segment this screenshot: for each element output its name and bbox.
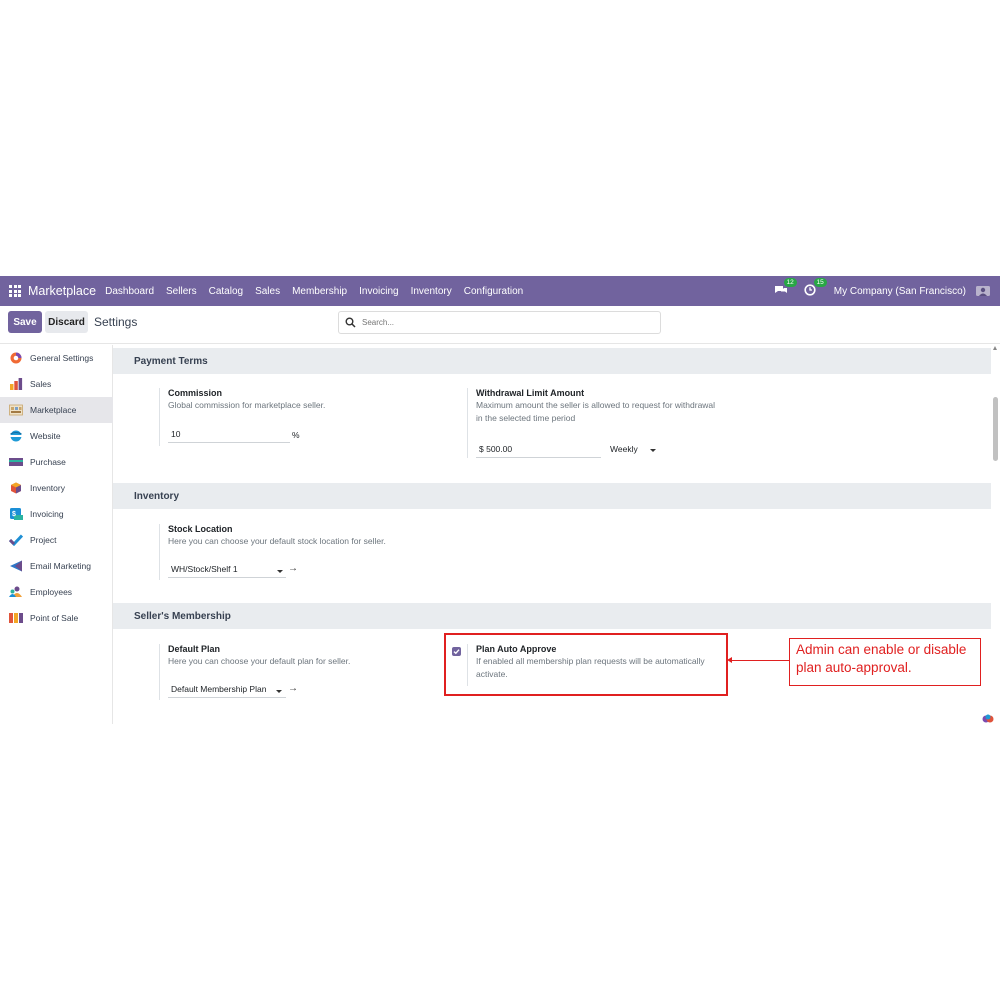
chevron-down-icon	[650, 449, 656, 452]
app-name[interactable]: Marketplace	[28, 284, 96, 298]
sidebar-item-project[interactable]: Project	[0, 527, 113, 553]
commission-label: Commission	[168, 388, 223, 398]
user-avatar-icon[interactable]	[976, 285, 990, 297]
section-payment-terms: Payment Terms	[113, 348, 991, 374]
top-navbar: Marketplace Dashboard Sellers Catalog Sa…	[0, 276, 1000, 306]
section-inventory: Inventory	[113, 483, 991, 509]
internal-link-arrow-icon[interactable]: →	[288, 683, 298, 694]
menu-invoicing[interactable]: Invoicing	[359, 286, 398, 297]
internal-link-arrow-icon[interactable]: →	[288, 563, 298, 574]
scrollbar-thumb[interactable]	[993, 397, 998, 461]
menu-sellers[interactable]: Sellers	[166, 286, 197, 297]
search-icon	[345, 317, 356, 328]
default-plan-select[interactable]: Default Membership Plan	[168, 684, 286, 698]
activities-badge: 15	[813, 278, 827, 287]
withdrawal-description-line1: Maximum amount the seller is allowed to …	[476, 400, 716, 410]
scroll-up-arrow-icon[interactable]	[993, 346, 997, 350]
svg-text:$: $	[12, 511, 16, 518]
menu-catalog[interactable]: Catalog	[209, 286, 243, 297]
apps-grid-icon[interactable]	[9, 285, 21, 297]
sidebar-item-label: Email Marketing	[30, 561, 91, 571]
settings-sidebar: General Settings Sales Marketplace Websi…	[0, 345, 113, 724]
main-menu: Dashboard Sellers Catalog Sales Membersh…	[105, 286, 535, 297]
withdrawal-amount-input[interactable]: $ 500.00	[476, 444, 601, 458]
sidebar-item-label: Project	[30, 535, 57, 545]
sidebar-item-invoicing[interactable]: $ Invoicing	[0, 501, 113, 527]
sidebar-item-label: Purchase	[30, 457, 66, 467]
stock-location-label: Stock Location	[168, 524, 233, 534]
chevron-down-icon	[277, 570, 283, 573]
commission-input[interactable]: 10	[168, 429, 290, 443]
sidebar-item-website[interactable]: Website	[0, 423, 113, 449]
activities-button[interactable]: 15	[804, 278, 827, 298]
sidebar-item-employees[interactable]: Employees	[0, 579, 113, 605]
sidebar-item-label: Website	[30, 431, 61, 441]
search-input[interactable]	[362, 318, 642, 327]
commission-description: Global commission for marketplace seller…	[168, 400, 326, 410]
sidebar-item-label: Employees	[30, 587, 73, 597]
website-icon	[10, 430, 22, 442]
general-settings-icon	[10, 352, 22, 364]
sidebar-item-label: Invoicing	[30, 509, 64, 519]
annotation-callout: Admin can enable or disable plan auto-ap…	[789, 638, 981, 686]
callout-connector	[729, 660, 789, 661]
sales-icon	[10, 378, 23, 390]
withdrawal-description-line2: in the selected time period	[476, 413, 576, 423]
sidebar-item-general-settings[interactable]: General Settings	[0, 345, 113, 371]
highlight-box	[444, 633, 728, 696]
company-switcher[interactable]: My Company (San Francisco)	[834, 286, 966, 297]
inventory-icon	[11, 482, 21, 494]
section-sellers-membership: Seller's Membership	[113, 603, 991, 629]
messages-button[interactable]: 12	[774, 278, 797, 298]
employees-icon	[9, 586, 22, 597]
assistant-widget-icon[interactable]	[982, 714, 994, 724]
sidebar-item-inventory[interactable]: Inventory	[0, 475, 113, 501]
email-marketing-icon	[10, 560, 22, 572]
menu-membership[interactable]: Membership	[292, 286, 347, 297]
sidebar-item-sales[interactable]: Sales	[0, 371, 113, 397]
clock-icon	[804, 284, 816, 296]
sidebar-item-marketplace[interactable]: Marketplace	[0, 397, 113, 423]
content-scrollbar[interactable]	[991, 345, 1000, 724]
menu-configuration[interactable]: Configuration	[464, 286, 523, 297]
messages-badge: 12	[783, 278, 797, 287]
sidebar-item-label: General Settings	[30, 353, 94, 363]
marketplace-icon	[9, 404, 23, 416]
purchase-icon	[9, 458, 23, 466]
invoicing-icon: $	[10, 508, 23, 520]
menu-inventory[interactable]: Inventory	[411, 286, 452, 297]
default-plan-label: Default Plan	[168, 644, 221, 654]
point-of-sale-icon	[9, 613, 23, 623]
odoo-window: Marketplace Dashboard Sellers Catalog Sa…	[0, 276, 1000, 724]
sidebar-item-email-marketing[interactable]: Email Marketing	[0, 553, 113, 579]
page-title: Settings	[94, 315, 138, 329]
sidebar-item-label: Sales	[30, 379, 52, 389]
sidebar-item-label: Inventory	[30, 483, 65, 493]
save-button[interactable]: Save	[8, 311, 42, 333]
sidebar-item-purchase[interactable]: Purchase	[0, 449, 113, 475]
discard-button[interactable]: Discard	[45, 311, 88, 333]
project-icon	[9, 534, 23, 546]
stock-location-description: Here you can choose your default stock l…	[168, 536, 386, 546]
systray: 12 15 My Company (San Francisco)	[774, 276, 990, 306]
callout-arrowhead-icon	[727, 657, 732, 663]
sidebar-item-label: Marketplace	[30, 405, 77, 415]
search-bar[interactable]	[338, 311, 661, 334]
stock-location-select[interactable]: WH/Stock/Shelf 1	[168, 564, 286, 578]
sidebar-item-label: Point of Sale	[30, 613, 79, 623]
commission-unit: %	[292, 430, 300, 440]
chevron-down-icon	[276, 690, 282, 693]
withdrawal-label: Withdrawal Limit Amount	[476, 388, 585, 398]
menu-sales[interactable]: Sales	[255, 286, 280, 297]
sidebar-item-point-of-sale[interactable]: Point of Sale	[0, 605, 113, 631]
default-plan-description: Here you can choose your default plan fo…	[168, 656, 351, 666]
menu-dashboard[interactable]: Dashboard	[105, 286, 154, 297]
